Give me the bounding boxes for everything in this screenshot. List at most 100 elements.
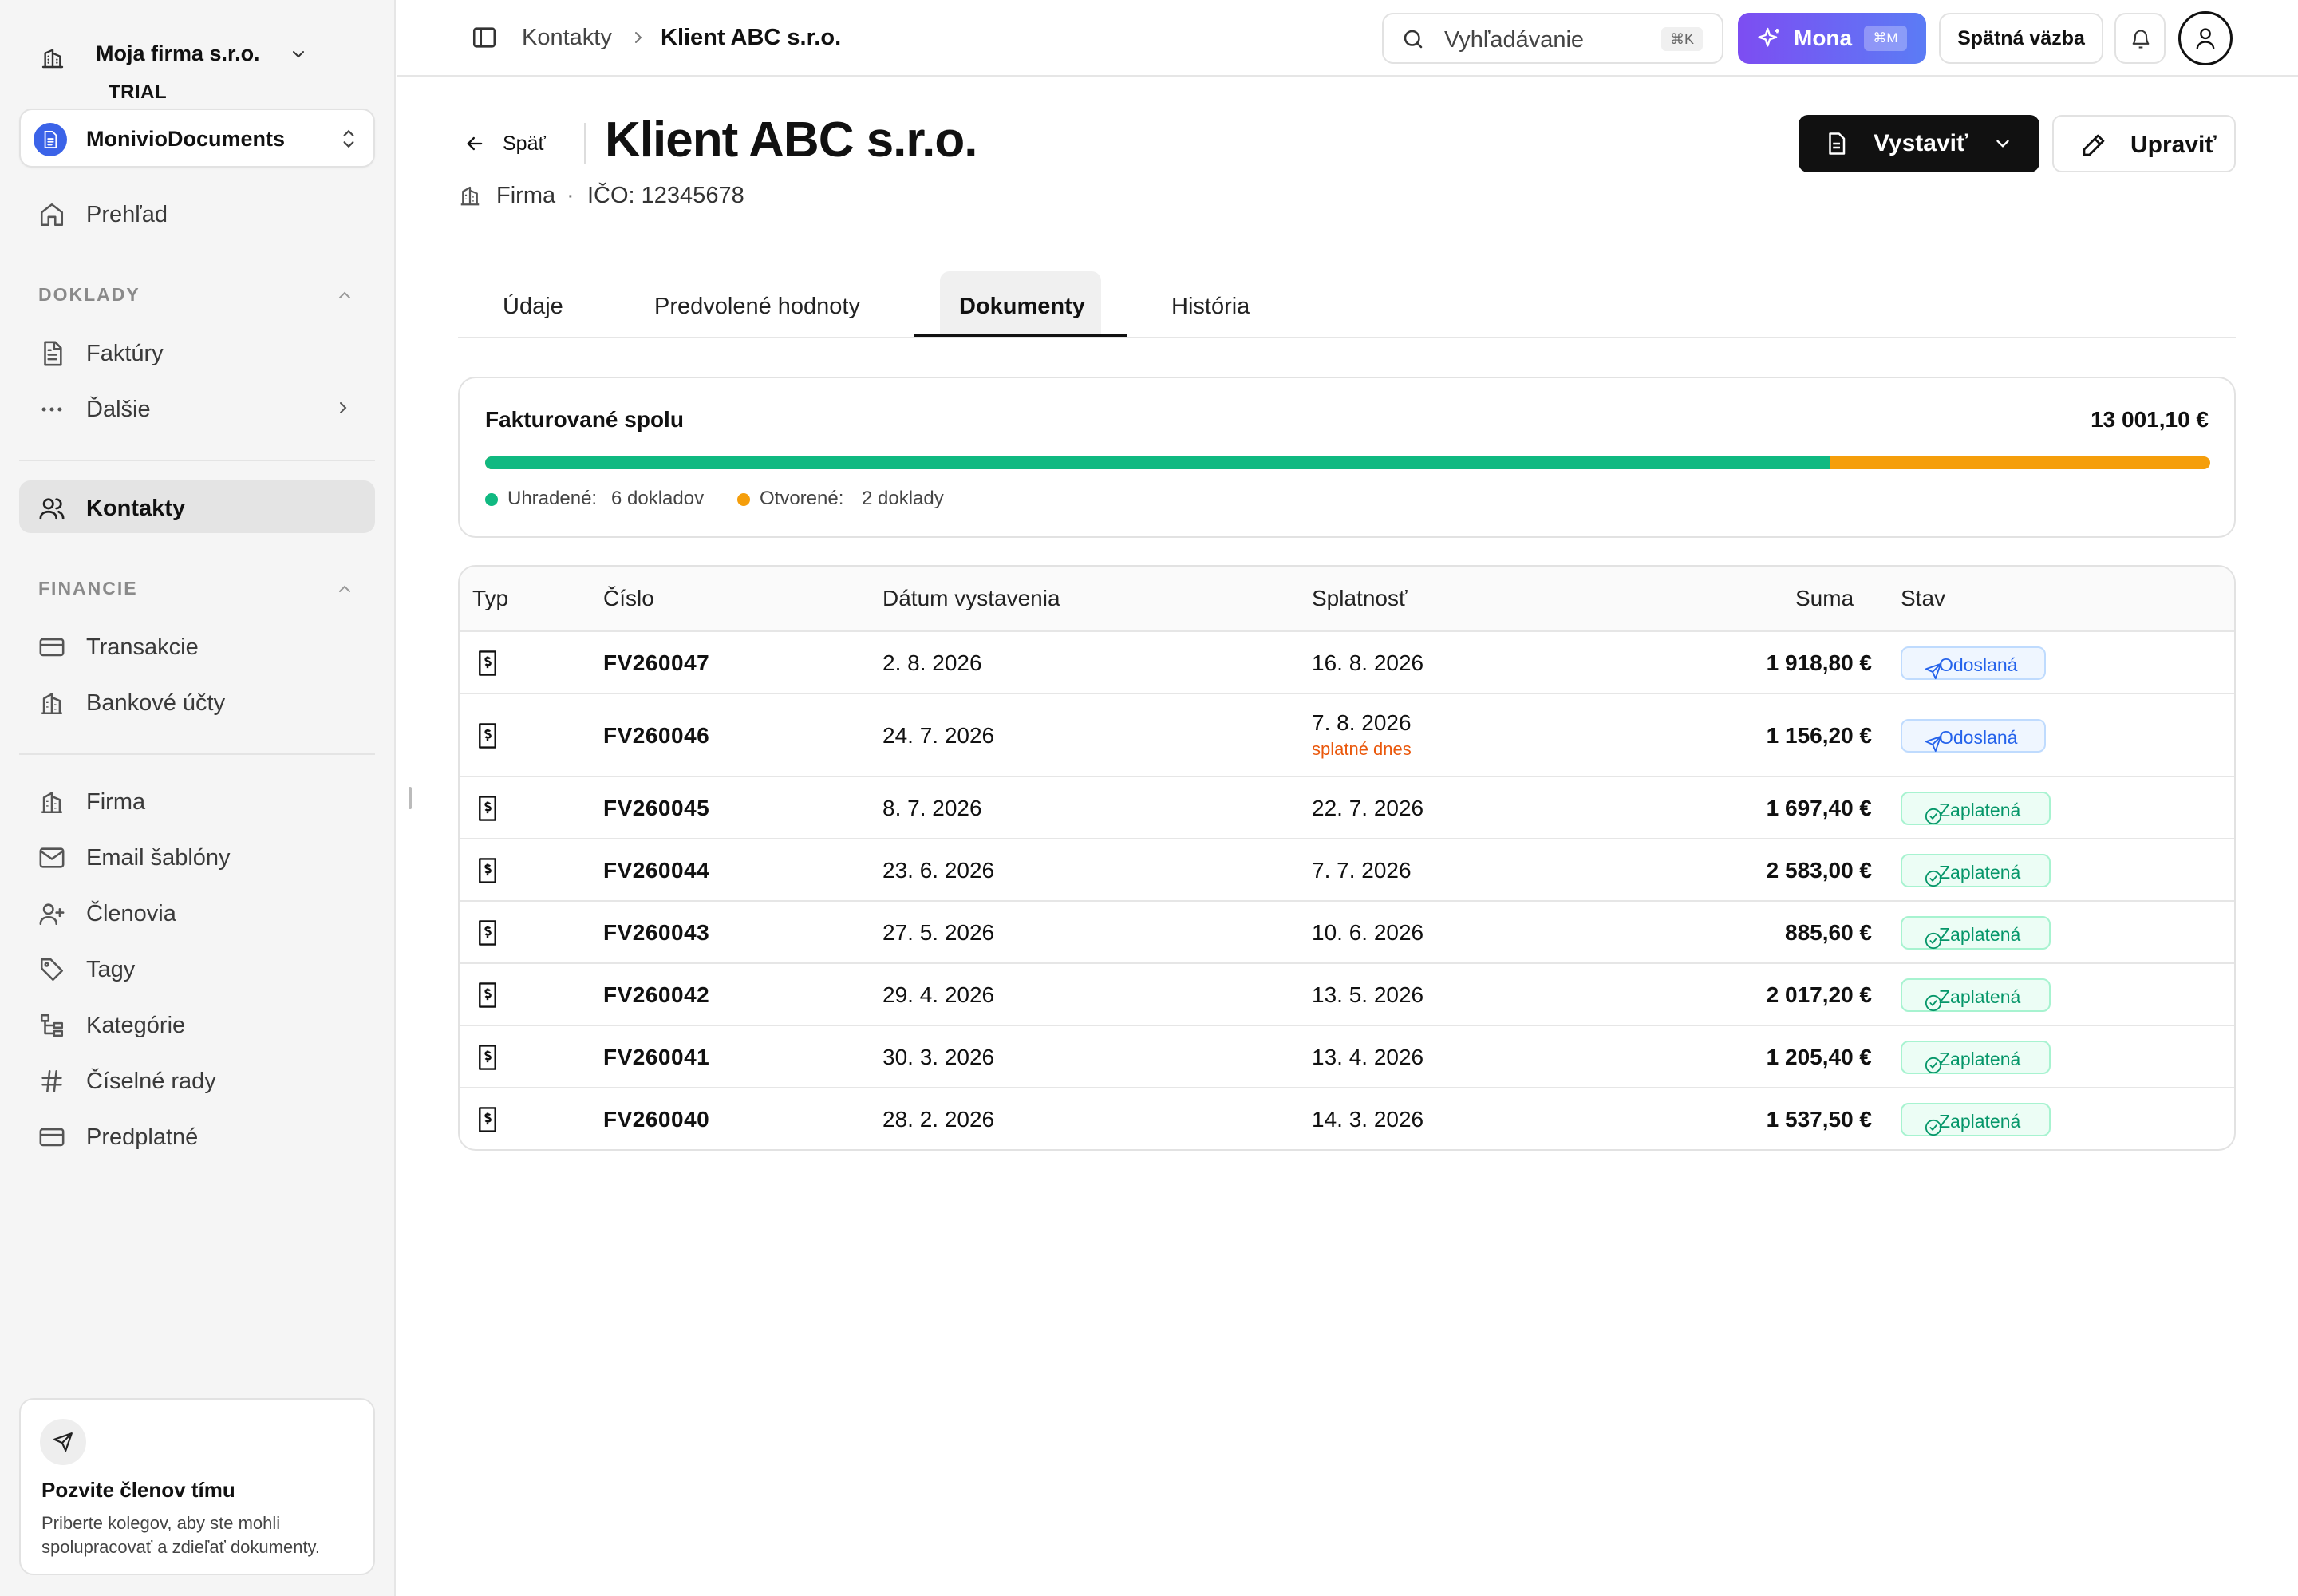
table-row[interactable]: FV260044 23. 6. 2026 7. 7. 2026 2 583,00 € Z…	[460, 839, 2234, 902]
feedback-button[interactable]: Spätná väzba	[1939, 13, 2103, 64]
document-number: FV260040	[603, 1107, 710, 1132]
sidebar-item-more[interactable]: Ďalšie	[19, 381, 375, 434]
search-placeholder: Vyhľadávanie	[1444, 27, 1585, 53]
column-header-type: Typ	[472, 586, 509, 610]
column-header-number: Číslo	[603, 586, 654, 610]
due-date: 7. 7. 2026	[1312, 858, 1412, 883]
notifications-button[interactable]	[2114, 13, 2166, 64]
due-date-cell: 10. 6. 2026	[1312, 920, 1423, 946]
due-date-cell: 7. 7. 2026	[1312, 858, 1412, 883]
amount: 1 156,20 €	[1766, 723, 1872, 748]
chevron-up-icon[interactable]	[335, 286, 354, 305]
more-dots-icon	[38, 396, 65, 423]
table-row[interactable]: FV260045 8. 7. 2026 22. 7. 2026 1 697,40 € Z…	[460, 777, 2234, 839]
user-avatar[interactable]	[2178, 11, 2233, 65]
sidebar-item-tags[interactable]: Tagy	[19, 942, 375, 994]
sidebar-item-label: Firma	[86, 789, 146, 815]
sidebar-item-invoices[interactable]: Faktúry	[19, 326, 375, 378]
issue-date: 27. 5. 2026	[882, 920, 995, 945]
tab-dokumenty[interactable]: Dokumenty	[914, 268, 1127, 337]
sidebar-item-label: Členovia	[86, 901, 176, 926]
document-number: FV260042	[603, 982, 710, 1007]
legend-paid: Uhradené: 6 dokladov	[485, 487, 740, 511]
table-row[interactable]: FV260043 27. 5. 2026 10. 6. 2026 885,60 € Za…	[460, 902, 2234, 964]
home-icon	[38, 201, 65, 228]
section-heading-doklady: DOKLADY	[38, 284, 140, 305]
status-label: Zaplatená	[1939, 1049, 2021, 1069]
sidebar-item-overview[interactable]: Prehľad	[19, 187, 375, 239]
document-number: FV260043	[603, 920, 710, 945]
issue-label: Vystaviť	[1874, 130, 1968, 156]
building-icon	[460, 186, 480, 206]
invoice-icon	[476, 1106, 499, 1133]
back-label: Späť	[503, 132, 546, 155]
company-switcher[interactable]: Moja firma s.r.o. TRIAL	[19, 18, 370, 103]
sidebar-item-categories[interactable]: Kategórie	[19, 998, 375, 1050]
chevron-up-icon[interactable]	[335, 579, 354, 598]
search-input[interactable]: Vyhľadávanie ⌘K	[1382, 13, 1724, 64]
sidebar-item-label: Bankové účty	[86, 690, 226, 716]
sidebar-item-label: Prehľad	[86, 202, 168, 227]
sidebar-item-number-series[interactable]: Číselné rady	[19, 1053, 375, 1106]
issue-date: 2. 8. 2026	[882, 650, 982, 675]
table-row[interactable]: FV260041 30. 3. 2026 13. 4. 2026 1 205,40 €…	[460, 1026, 2234, 1088]
table-row[interactable]: FV260040 28. 2. 2026 14. 3. 2026 1 537,50 €…	[460, 1088, 2234, 1149]
invite-team-card[interactable]: Pozvite členov tímu Priberte kolegov, ab…	[19, 1398, 375, 1575]
mail-icon	[38, 844, 65, 871]
pencil-icon	[2081, 132, 2106, 158]
sidebar-item-contacts[interactable]: Kontakty	[19, 480, 375, 533]
breadcrumb-contacts[interactable]: Kontakty	[522, 25, 612, 51]
status-badge[interactable]: Zaplatená	[1901, 792, 2051, 825]
tab-historia[interactable]: História	[1127, 268, 1286, 337]
status-badge[interactable]: Zaplatená	[1901, 854, 2051, 887]
table-row[interactable]: FV260046 24. 7. 2026 7. 8. 2026 splatné dne…	[460, 694, 2234, 777]
sidebar-item-subscription[interactable]: Predplatné	[19, 1109, 375, 1162]
top-bar: Kontakty Klient ABC s.r.o. Vyhľadávanie …	[397, 0, 2298, 77]
payment-progress-bar	[485, 456, 2210, 469]
document-icon	[1824, 131, 1848, 156]
workspace-selector[interactable]: MonivioDocuments	[19, 109, 375, 168]
document-number: FV260041	[603, 1045, 710, 1069]
search-shortcut: ⌘K	[1661, 27, 1703, 51]
amount: 1 537,50 €	[1766, 1107, 1872, 1132]
sidebar-divider	[19, 753, 375, 755]
check-circle-icon	[1913, 986, 1942, 1012]
issue-date: 29. 4. 2026	[882, 982, 995, 1007]
status-badge[interactable]: Zaplatená	[1901, 916, 2051, 950]
breadcrumb-current: Klient ABC s.r.o.	[661, 25, 842, 50]
send-icon	[1913, 727, 1942, 753]
table-row[interactable]: FV260047 2. 8. 2026 16. 8. 2026 1 918,80 € O…	[460, 632, 2234, 694]
tab-active-underline	[914, 334, 1127, 337]
open-dot	[737, 493, 750, 506]
invoice-icon	[476, 857, 499, 884]
invoiced-summary-card: Fakturované spolu 13 001,10 € Uhradené: …	[458, 377, 2236, 538]
sidebar-item-bank-accounts[interactable]: Bankové účty	[19, 675, 375, 728]
status-badge[interactable]: Zaplatená	[1901, 978, 2051, 1012]
due-date: 7. 8. 2026	[1312, 710, 1412, 735]
sidebar-item-members[interactable]: Členovia	[19, 886, 375, 938]
mona-assistant-button[interactable]: Mona ⌘M	[1738, 13, 1926, 64]
issue-document-button[interactable]: Vystaviť	[1799, 115, 2039, 172]
sidebar-toggle-icon[interactable]	[471, 24, 498, 51]
status-badge[interactable]: Odoslaná	[1901, 646, 2046, 680]
tab-predvolene-hodnoty[interactable]: Predvolené hodnoty	[610, 268, 860, 337]
due-date: 13. 4. 2026	[1312, 1045, 1424, 1069]
due-date-cell: 13. 4. 2026	[1312, 1045, 1423, 1070]
edit-button[interactable]: Upraviť	[2052, 115, 2236, 172]
hash-icon	[38, 1068, 65, 1095]
sidebar-item-transactions[interactable]: Transakcie	[19, 619, 375, 672]
table-row[interactable]: FV260042 29. 4. 2026 13. 5. 2026 2 017,20 €…	[460, 964, 2234, 1026]
legend-paid-label: Uhradené:	[507, 488, 598, 509]
tab-label: História	[1171, 294, 1250, 319]
sidebar-item-email-templates[interactable]: Email šablóny	[19, 830, 375, 883]
status-badge[interactable]: Odoslaná	[1901, 719, 2046, 753]
tab-udaje[interactable]: Údaje	[458, 268, 610, 337]
status-badge[interactable]: Zaplatená	[1901, 1041, 2051, 1074]
tab-label: Dokumenty	[959, 294, 1085, 319]
amount: 1 918,80 €	[1766, 650, 1872, 675]
sidebar-item-company[interactable]: Firma	[19, 774, 375, 827]
document-number: FV260046	[603, 723, 710, 748]
status-badge[interactable]: Zaplatená	[1901, 1103, 2051, 1136]
sidebar-resize-handle[interactable]	[409, 787, 412, 809]
chevron-down-icon[interactable]	[1992, 133, 2014, 154]
